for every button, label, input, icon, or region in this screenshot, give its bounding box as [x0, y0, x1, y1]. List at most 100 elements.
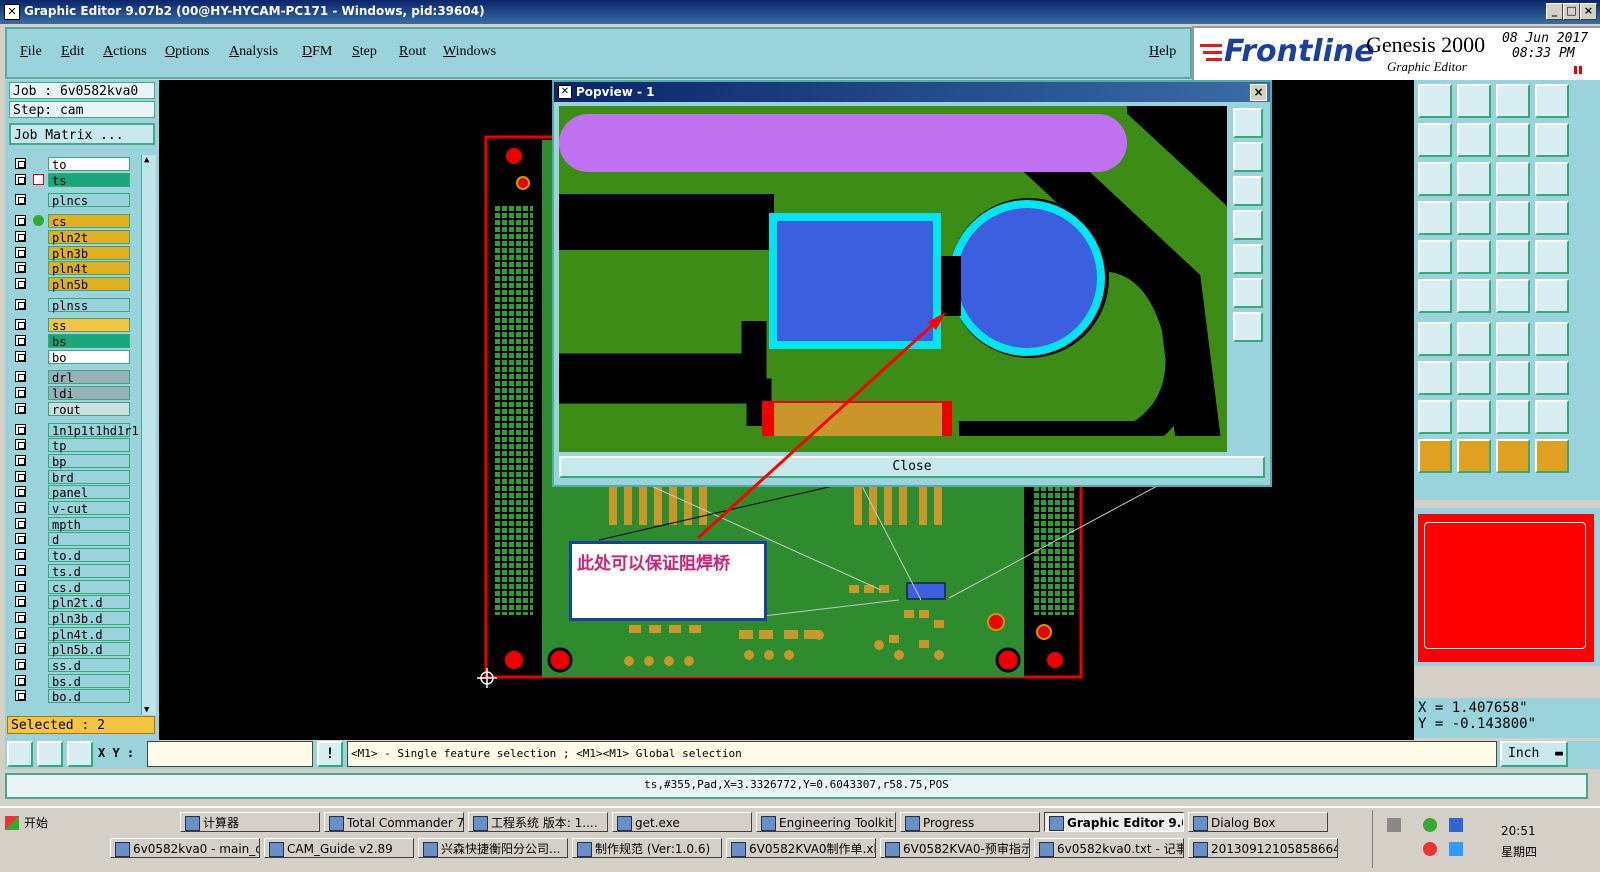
- layer-row-to.d[interactable]: to.d: [15, 548, 135, 563]
- zoom-area-tool-icon[interactable]: [1457, 162, 1491, 196]
- popview-zoom-out-icon[interactable]: [1233, 312, 1263, 342]
- slash-tool-icon[interactable]: [1457, 322, 1491, 356]
- taskbar-button-top-2[interactable]: 工程系统 版本: 1....: [468, 812, 608, 832]
- select-net-tool-icon[interactable]: [1496, 439, 1530, 473]
- layer-name[interactable]: d: [48, 532, 130, 547]
- layer-checkbox[interactable]: [15, 335, 26, 346]
- route-tool-icon[interactable]: [1535, 279, 1569, 313]
- layer-checkbox[interactable]: [15, 402, 26, 414]
- layer-row-ss.d[interactable]: ss.d: [15, 658, 135, 673]
- taskbar-button-bottom-6[interactable]: 6v0582kva0.txt - 记事本: [1034, 838, 1184, 858]
- layer-row-pln3b[interactable]: pln3b: [15, 245, 135, 261]
- tray-input-icon[interactable]: [1449, 842, 1463, 856]
- tray-app-icon[interactable]: [1449, 818, 1463, 832]
- minimize-button[interactable]: _: [1546, 3, 1563, 20]
- layer-row-ts[interactable]: ts: [15, 172, 135, 188]
- layer-name[interactable]: rout: [48, 401, 130, 417]
- layer-name[interactable]: pln2t: [48, 229, 130, 245]
- net-select-tool-icon[interactable]: [1496, 201, 1530, 235]
- layer-name[interactable]: cs.d: [48, 579, 130, 595]
- layer-row-ldi[interactable]: ldi: [15, 386, 135, 401]
- xy-input[interactable]: [147, 741, 313, 767]
- layer-checkbox[interactable]: [15, 486, 26, 498]
- snap-tool-icon[interactable]: [1418, 201, 1452, 235]
- window-title-bar[interactable]: ✕ Graphic Editor 9.07b2 (00@HY-HYCAM-PC1…: [0, 0, 1600, 24]
- menu-options[interactable]: Options: [165, 44, 209, 60]
- feature-mark-tool-icon[interactable]: [1418, 361, 1452, 395]
- layer-checkbox[interactable]: [15, 549, 26, 561]
- taskbar-button-top-7[interactable]: Dialog Box: [1188, 812, 1328, 832]
- step-tool-icon[interactable]: [1535, 123, 1569, 157]
- close-button[interactable]: ×: [1580, 3, 1597, 20]
- overview-canvas[interactable]: [1418, 514, 1594, 662]
- layer-row-mpth[interactable]: mpth: [15, 516, 135, 532]
- layer-row-pln4t[interactable]: pln4t: [15, 261, 135, 276]
- layer-name[interactable]: 1n1p1t1hd1r1: [48, 422, 139, 438]
- layer-name[interactable]: plncs: [48, 193, 130, 208]
- layer-row-v-cut[interactable]: v-cut: [15, 501, 135, 516]
- taskbar-button-top-4[interactable]: Engineering Toolkit 9....: [756, 812, 896, 832]
- line-angle-tool-icon[interactable]: [1418, 322, 1452, 356]
- alert-icon[interactable]: !: [317, 741, 343, 767]
- menu-edit[interactable]: Edit: [61, 44, 84, 60]
- ruler-tool-icon[interactable]: [1496, 240, 1530, 274]
- layer-name[interactable]: pln3b.d: [48, 610, 130, 626]
- layer-row-pln3b.d[interactable]: pln3b.d: [15, 610, 135, 626]
- layer-checkbox[interactable]: [15, 246, 26, 258]
- tray-update-icon[interactable]: [1423, 842, 1437, 856]
- redraw-tool-icon[interactable]: [1496, 123, 1530, 157]
- line-tool-icon[interactable]: [1457, 361, 1491, 395]
- layer-checkbox[interactable]: [15, 298, 26, 310]
- select-pointer-tool-icon[interactable]: [1418, 439, 1452, 473]
- layer-checkbox[interactable]: [15, 158, 26, 169]
- text-b-tool-icon[interactable]: [1535, 400, 1569, 434]
- pan-left-tool-icon[interactable]: [1418, 123, 1452, 157]
- taskbar-button-top-3[interactable]: get.exe: [612, 812, 752, 832]
- scroll-up-icon[interactable]: ▲: [144, 155, 149, 165]
- copy-tool-icon[interactable]: [1535, 361, 1569, 395]
- grid-tool-icon[interactable]: [1535, 162, 1569, 196]
- menu-file[interactable]: File: [20, 44, 42, 60]
- layer-name[interactable]: panel: [48, 485, 130, 500]
- maximize-button[interactable]: □: [1563, 3, 1580, 20]
- menu-rout[interactable]: Rout: [399, 44, 426, 60]
- menu-help[interactable]: Help: [1149, 44, 1176, 60]
- layer-checkbox[interactable]: [15, 262, 26, 274]
- start-button[interactable]: 开始: [2, 812, 52, 834]
- grid-tool-icon[interactable]: [67, 741, 93, 767]
- taskbar-button-bottom-0[interactable]: 6v0582kva0 - main_qa: [110, 838, 260, 858]
- layer-row-cs[interactable]: cs: [15, 214, 135, 229]
- layer-checkbox[interactable]: [15, 423, 26, 435]
- draw-line-tool-icon[interactable]: [1496, 279, 1530, 313]
- taskbar-button-bottom-3[interactable]: 制作规范 (Ver:1.0.6): [572, 838, 722, 858]
- taskbar-button-bottom-7[interactable]: 20130912105858664.rt...: [1188, 838, 1338, 858]
- layer-row-tp[interactable]: tp: [15, 438, 135, 453]
- layer-row-1n1p1t1hd1r1[interactable]: 1n1p1t1hd1r1: [15, 422, 139, 438]
- pan-right-tool-icon[interactable]: [1457, 123, 1491, 157]
- measure-size-tool-icon[interactable]: [1496, 361, 1530, 395]
- layer-name[interactable]: bs.d: [48, 673, 130, 689]
- layer-checkbox[interactable]: [15, 659, 26, 670]
- layer-row-cs.d[interactable]: cs.d: [15, 579, 135, 595]
- layer-checkbox[interactable]: [15, 277, 26, 289]
- layer-name[interactable]: mpth: [48, 516, 130, 532]
- taskbar-button-bottom-1[interactable]: CAM_Guide v2.89: [264, 838, 414, 858]
- layer-row-pln4t.d[interactable]: pln4t.d: [15, 626, 135, 642]
- layer-scrollbar[interactable]: ▲ ▼: [141, 155, 156, 715]
- layer-name[interactable]: v-cut: [48, 501, 130, 516]
- tray-security-icon[interactable]: [1423, 818, 1437, 832]
- layer-row-pln5b.d[interactable]: pln5b.d: [15, 642, 135, 657]
- layer-checkbox[interactable]: [15, 533, 26, 545]
- layer-row-ts.d[interactable]: ts.d: [15, 563, 135, 579]
- layer-row-pln5b[interactable]: pln5b: [15, 276, 135, 292]
- layer-name[interactable]: ts.d: [48, 563, 130, 579]
- popview-zoom-in-icon[interactable]: [1233, 278, 1263, 308]
- popview-title-bar[interactable]: ✕ Popview - 1 ×: [554, 82, 1270, 102]
- select-move-tool-icon[interactable]: [1535, 439, 1569, 473]
- taskbar-button-top-0[interactable]: 计算器: [180, 812, 320, 832]
- layer-name[interactable]: cs: [48, 214, 130, 229]
- scroll-down-icon[interactable]: ▼: [144, 705, 149, 715]
- layer-row-d[interactable]: d: [15, 532, 135, 547]
- layer-row-bo[interactable]: bo: [15, 349, 135, 365]
- reload-tool-icon[interactable]: [1535, 84, 1569, 118]
